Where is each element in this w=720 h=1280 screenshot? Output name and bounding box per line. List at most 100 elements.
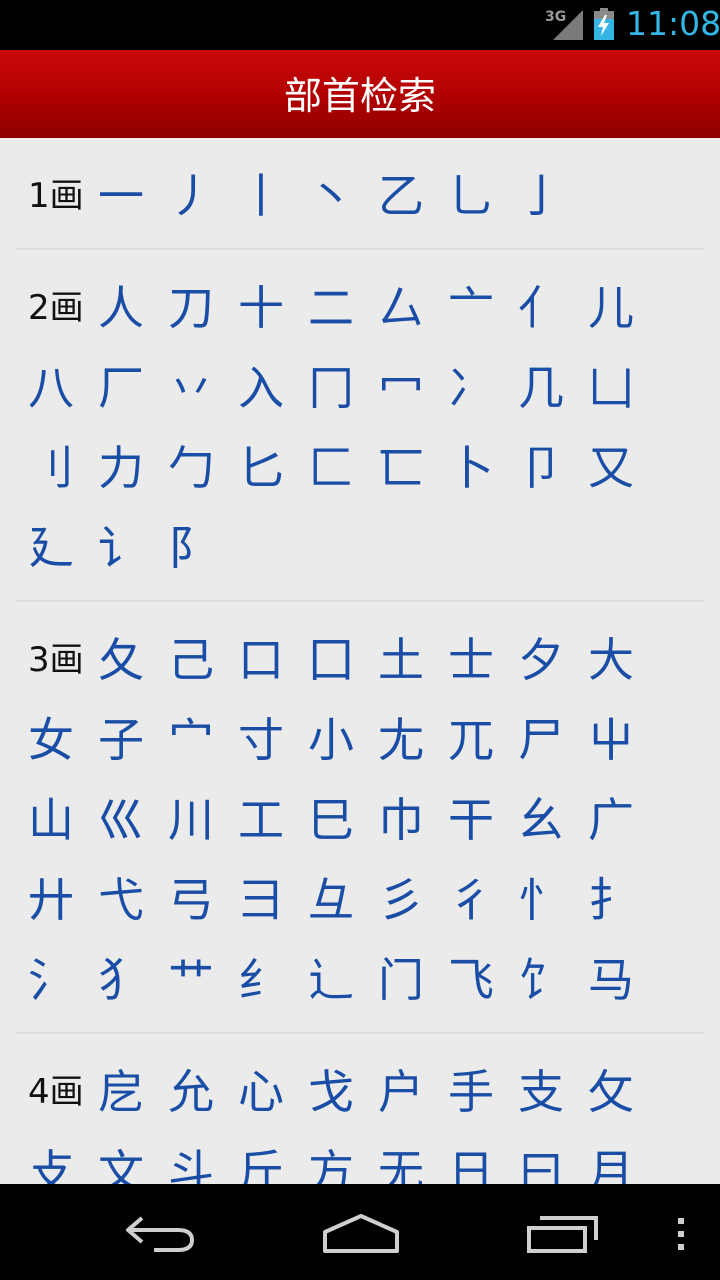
radical-item[interactable]: 丨 <box>226 156 296 236</box>
radical-item[interactable]: 口 <box>226 620 296 700</box>
radical-item[interactable]: 厶 <box>366 268 436 348</box>
radical-item[interactable]: 支 <box>506 1052 576 1132</box>
radical-item[interactable]: 丿 <box>156 156 226 236</box>
radical-item[interactable]: 刂 <box>16 428 86 508</box>
radical-item[interactable]: 屮 <box>576 700 646 780</box>
radical-item[interactable]: 手 <box>436 1052 506 1132</box>
radical-item[interactable]: 凵 <box>576 348 646 428</box>
radical-item[interactable]: 尸 <box>506 700 576 780</box>
radical-item[interactable]: 饣 <box>506 940 576 1020</box>
radical-item[interactable]: 卜 <box>436 428 506 508</box>
radical-item[interactable]: 匸 <box>366 428 436 508</box>
radical-item[interactable]: 丶 <box>296 156 366 236</box>
radical-item[interactable]: 宀 <box>156 700 226 780</box>
back-icon[interactable] <box>120 1214 200 1254</box>
radical-item[interactable]: 小 <box>296 700 366 780</box>
radical-item[interactable]: 戹 <box>86 1052 156 1132</box>
radical-item[interactable]: 日 <box>436 1132 506 1184</box>
home-icon[interactable] <box>322 1212 400 1254</box>
radical-item[interactable]: 扌 <box>576 860 646 940</box>
radical-item[interactable]: 厂 <box>86 348 156 428</box>
radical-item[interactable]: 女 <box>16 700 86 780</box>
radical-item[interactable]: 大 <box>576 620 646 700</box>
radical-item[interactable]: 一 <box>86 156 156 236</box>
radical-item[interactable]: 己 <box>156 620 226 700</box>
radical-item[interactable]: 山 <box>16 780 86 860</box>
radical-item[interactable]: 土 <box>366 620 436 700</box>
radical-item[interactable]: 巳 <box>296 780 366 860</box>
radical-item[interactable]: 亅 <box>506 156 576 236</box>
radical-item[interactable]: 冫 <box>436 348 506 428</box>
radical-item[interactable]: 人 <box>86 268 156 348</box>
radical-item[interactable]: 艹 <box>156 940 226 1020</box>
radical-item[interactable]: 彡 <box>366 860 436 940</box>
radical-item[interactable]: 儿 <box>576 268 646 348</box>
radical-item[interactable]: 兀 <box>436 700 506 780</box>
radical-item[interactable]: 力 <box>86 428 156 508</box>
radical-item[interactable]: 川 <box>156 780 226 860</box>
radical-item[interactable]: 入 <box>226 348 296 428</box>
radical-item[interactable]: 十 <box>226 268 296 348</box>
radical-item[interactable]: 马 <box>576 940 646 1020</box>
radical-item[interactable]: 辶 <box>296 940 366 1020</box>
radical-item[interactable]: 巾 <box>366 780 436 860</box>
radical-item[interactable]: 刀 <box>156 268 226 348</box>
radical-item[interactable]: 丷 <box>156 348 226 428</box>
radical-item[interactable]: 氵 <box>16 940 86 1020</box>
radical-item[interactable]: 飞 <box>436 940 506 1020</box>
radical-item[interactable]: 戈 <box>296 1052 366 1132</box>
radical-item[interactable]: 文 <box>86 1132 156 1184</box>
radical-item[interactable]: 纟 <box>226 940 296 1020</box>
radical-item[interactable]: 斗 <box>156 1132 226 1184</box>
radical-item[interactable]: 夕 <box>506 620 576 700</box>
radical-item[interactable]: 干 <box>436 780 506 860</box>
radical-item[interactable]: 月 <box>576 1132 646 1184</box>
radical-item[interactable]: 攵 <box>576 1052 646 1132</box>
radical-item[interactable]: 无 <box>366 1132 436 1184</box>
recent-apps-icon[interactable] <box>526 1214 600 1254</box>
radical-item[interactable]: 忄 <box>506 860 576 940</box>
radical-item[interactable]: 阝 <box>156 508 226 588</box>
radical-item[interactable]: 工 <box>226 780 296 860</box>
radical-item[interactable]: 寸 <box>226 700 296 780</box>
radical-item[interactable]: 攴 <box>16 1132 86 1184</box>
radical-item[interactable]: 彑 <box>296 860 366 940</box>
radical-item[interactable]: 斤 <box>226 1132 296 1184</box>
radical-item[interactable]: 冂 <box>296 348 366 428</box>
radical-item[interactable]: 匕 <box>226 428 296 508</box>
radical-item[interactable]: 讠 <box>86 508 156 588</box>
overflow-menu-icon[interactable] <box>674 1216 688 1252</box>
radical-item[interactable]: 乙 <box>366 156 436 236</box>
radical-list[interactable]: 1画一丿丨丶乙乚亅 2画人刀十二厶亠亻儿八厂丷入冂冖冫几凵刂力勹匕匚匸卜卩又廴讠阝… <box>0 138 720 1184</box>
radical-item[interactable]: 彐 <box>226 860 296 940</box>
radical-item[interactable]: 子 <box>86 700 156 780</box>
radical-item[interactable]: 又 <box>576 428 646 508</box>
radical-item[interactable]: 八 <box>16 348 86 428</box>
radical-item[interactable]: 弓 <box>156 860 226 940</box>
radical-item[interactable]: 幺 <box>506 780 576 860</box>
radical-item[interactable]: 尢 <box>366 700 436 780</box>
radical-item[interactable]: 门 <box>366 940 436 1020</box>
radical-item[interactable]: 心 <box>226 1052 296 1132</box>
radical-item[interactable]: 乚 <box>436 156 506 236</box>
radical-item[interactable]: 方 <box>296 1132 366 1184</box>
radical-item[interactable]: 亻 <box>506 268 576 348</box>
radical-item[interactable]: 夂 <box>86 620 156 700</box>
radical-item[interactable]: 允 <box>156 1052 226 1132</box>
radical-item[interactable]: 广 <box>576 780 646 860</box>
radical-item[interactable]: 彳 <box>436 860 506 940</box>
radical-item[interactable]: 巛 <box>86 780 156 860</box>
radical-item[interactable]: 犭 <box>86 940 156 1020</box>
radical-item[interactable]: 户 <box>366 1052 436 1132</box>
radical-item[interactable]: 二 <box>296 268 366 348</box>
radical-item[interactable]: 几 <box>506 348 576 428</box>
radical-item[interactable]: 亠 <box>436 268 506 348</box>
radical-item[interactable]: 廴 <box>16 508 86 588</box>
radical-item[interactable]: 曰 <box>506 1132 576 1184</box>
radical-item[interactable]: 冖 <box>366 348 436 428</box>
radical-item[interactable]: 勹 <box>156 428 226 508</box>
radical-item[interactable]: 士 <box>436 620 506 700</box>
radical-item[interactable]: 廾 <box>16 860 86 940</box>
radical-item[interactable]: 卩 <box>506 428 576 508</box>
radical-item[interactable]: 囗 <box>296 620 366 700</box>
